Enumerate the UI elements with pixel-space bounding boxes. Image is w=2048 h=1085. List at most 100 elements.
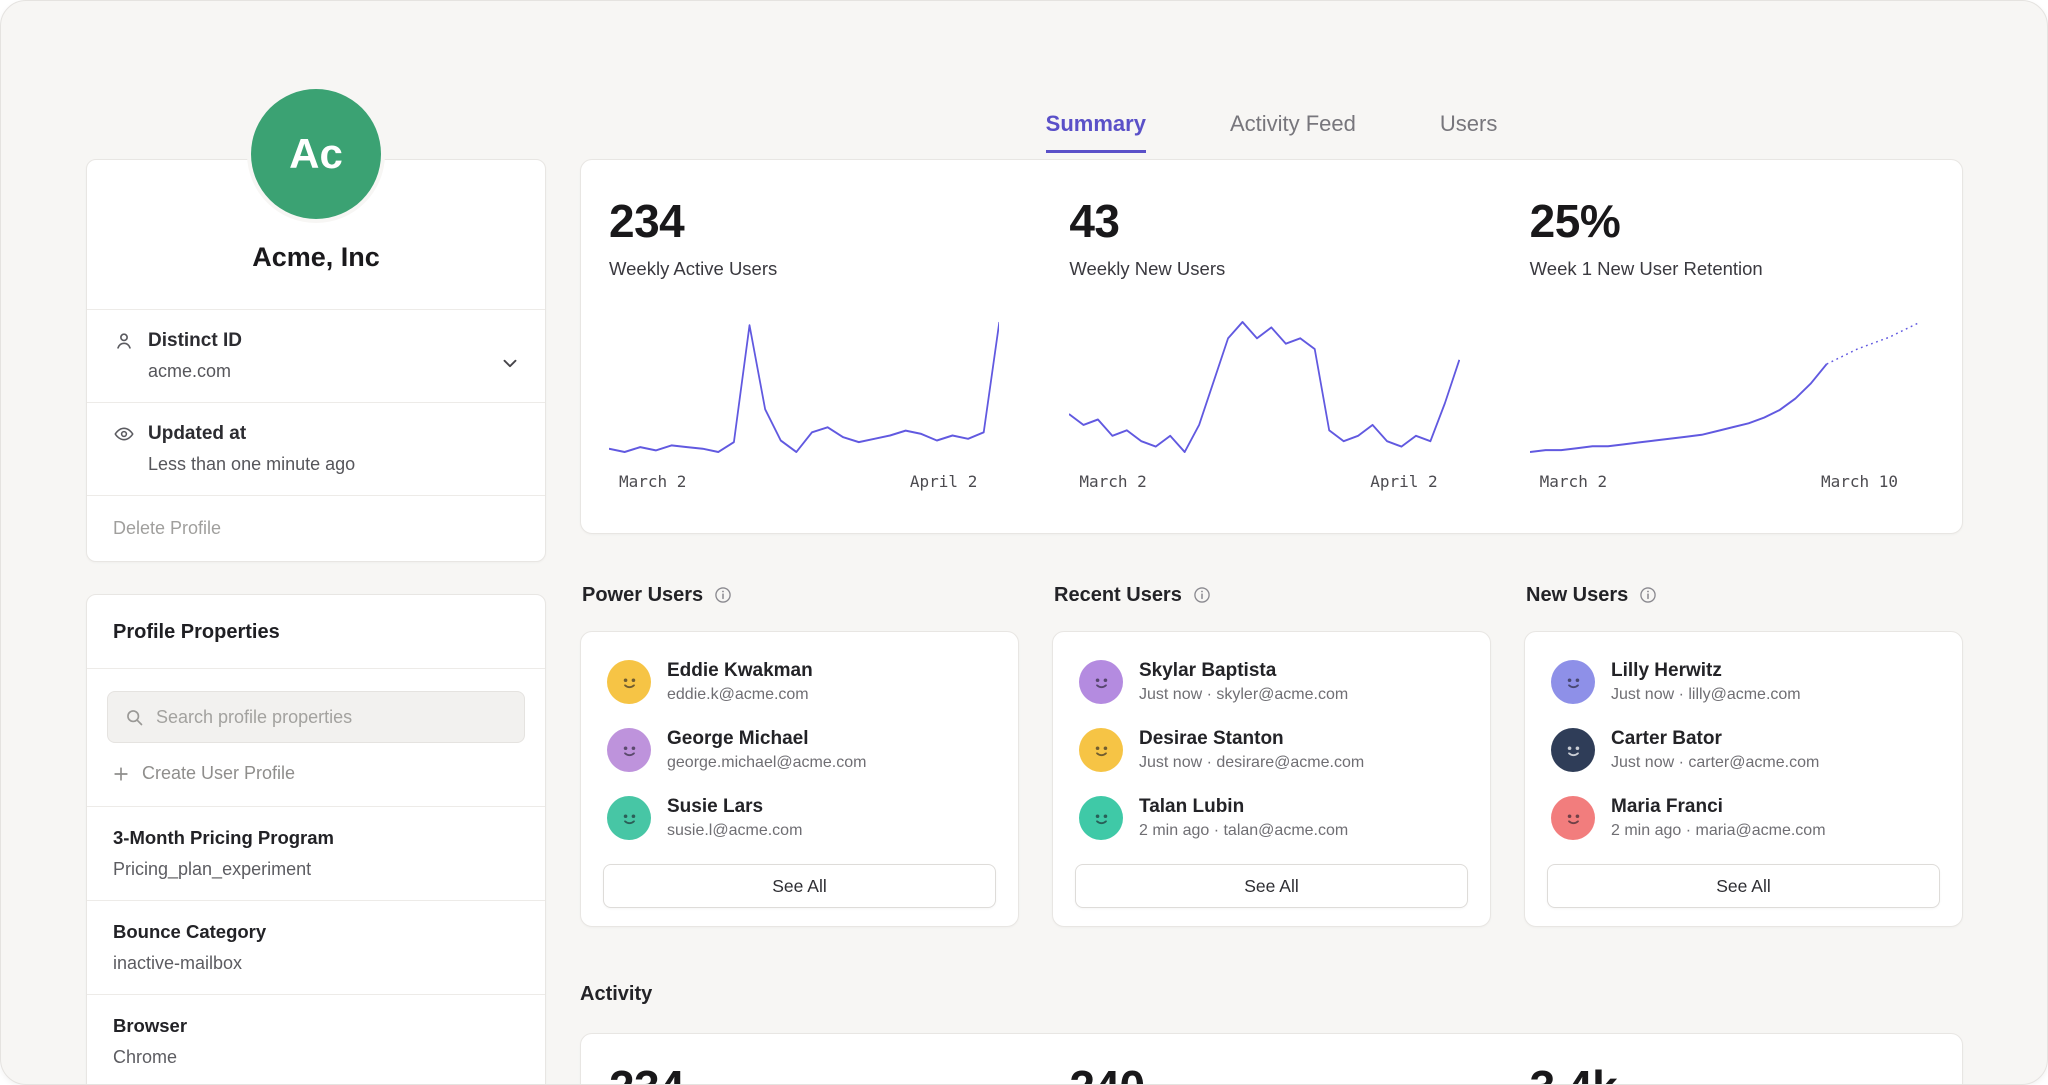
user-email: eddie.k@acme.com xyxy=(667,686,813,704)
user-name: George Michael xyxy=(667,728,866,750)
user-row[interactable]: Maria Franci 2 min ago · maria@acme.com xyxy=(1541,784,1946,852)
user-name: Talan Lubin xyxy=(1139,796,1348,818)
chart-x-axis: March 2 March 10 xyxy=(1530,472,1920,491)
user-name: Desirae Stanton xyxy=(1139,728,1364,750)
eye-icon xyxy=(113,423,135,445)
distinct-id-row[interactable]: Distinct ID acme.com xyxy=(87,309,545,402)
stat-weekly-new-users: 43 Weekly New Users March 2 April 2 xyxy=(1041,194,1501,533)
activity-title: Activity xyxy=(580,981,1963,1007)
user-meta: Just now · skyler@acme.com xyxy=(1139,686,1348,704)
property-row[interactable]: Browser Chrome xyxy=(87,994,545,1085)
person-icon xyxy=(113,330,135,352)
tab-bar: Summary Activity Feed Users xyxy=(580,111,1963,153)
stat-value: 234 xyxy=(609,194,999,248)
distinct-id-label: Distinct ID xyxy=(148,330,242,352)
x-tick: April 2 xyxy=(910,472,977,491)
profile-summary-card: Acme, Inc Distinct ID acme.com xyxy=(86,159,546,562)
user-name: Maria Franci xyxy=(1611,796,1826,818)
stat-weekly-active-users: 234 Weekly Active Users March 2 April 2 xyxy=(581,194,1041,533)
x-tick: March 2 xyxy=(1079,472,1146,491)
activity-card: 234 240 3.4k xyxy=(580,1033,1963,1085)
user-name: Susie Lars xyxy=(667,796,802,818)
profile-properties-search[interactable] xyxy=(107,691,525,743)
profile-page: Ac Acme, Inc Distinct ID acme.com xyxy=(0,0,2048,1085)
recent-users-section: Recent Users Skylar Baptista xyxy=(1052,583,1491,927)
stat-label: Weekly Active Users xyxy=(609,258,999,280)
property-row[interactable]: Bounce Category inactive-mailbox xyxy=(87,900,545,994)
info-icon[interactable] xyxy=(1192,585,1212,605)
updated-at-label: Updated at xyxy=(148,423,246,445)
user-row[interactable]: Talan Lubin 2 min ago · talan@acme.com xyxy=(1069,784,1474,852)
updated-at-value: Less than one minute ago xyxy=(148,454,519,475)
user-row[interactable]: Desirae Stanton Just now · desirare@acme… xyxy=(1069,716,1474,784)
info-icon[interactable] xyxy=(713,585,733,605)
user-meta: Just now · lilly@acme.com xyxy=(1611,686,1801,704)
user-name: Skylar Baptista xyxy=(1139,660,1348,682)
see-all-button[interactable]: See All xyxy=(1547,864,1940,908)
activity-stat: 3.4k xyxy=(1502,1060,1962,1085)
new-users-section: New Users Lilly Herwitz Just xyxy=(1524,583,1963,927)
x-tick: March 2 xyxy=(1540,472,1607,491)
stat-label: Week 1 New User Retention xyxy=(1530,258,1920,280)
avatar xyxy=(1551,660,1595,704)
chart-x-axis: March 2 April 2 xyxy=(1069,472,1459,491)
tab-users[interactable]: Users xyxy=(1440,111,1497,153)
week1-retention-chart xyxy=(1530,312,1920,462)
property-row[interactable]: 3-Month Pricing Program Pricing_plan_exp… xyxy=(87,806,545,900)
new-users-card: Lilly Herwitz Just now · lilly@acme.com … xyxy=(1524,631,1963,927)
create-user-profile-button[interactable]: Create User Profile xyxy=(87,743,545,806)
property-value: Chrome xyxy=(113,1047,519,1068)
user-email: george.michael@acme.com xyxy=(667,754,866,772)
weekly-active-users-chart xyxy=(609,312,999,462)
recent-users-header: Recent Users xyxy=(1054,583,1491,607)
power-users-card: Eddie Kwakman eddie.k@acme.com George Mi… xyxy=(580,631,1019,927)
x-tick: March 2 xyxy=(619,472,686,491)
user-row[interactable]: George Michael george.michael@acme.com xyxy=(597,716,1002,784)
see-all-button[interactable]: See All xyxy=(603,864,996,908)
stat-value: 25% xyxy=(1530,194,1920,248)
recent-users-card: Skylar Baptista Just now · skyler@acme.c… xyxy=(1052,631,1491,927)
property-value: inactive-mailbox xyxy=(113,953,519,974)
user-row[interactable]: Skylar Baptista Just now · skyler@acme.c… xyxy=(1069,648,1474,716)
avatar xyxy=(607,728,651,772)
profile-properties-title: Profile Properties xyxy=(87,595,545,669)
user-meta: 2 min ago · maria@acme.com xyxy=(1611,822,1826,840)
stat-value: 43 xyxy=(1069,194,1459,248)
main-content: Summary Activity Feed Users 234 Weekly A… xyxy=(580,1,1963,1085)
tab-summary[interactable]: Summary xyxy=(1046,111,1146,153)
user-meta: Just now · carter@acme.com xyxy=(1611,754,1819,772)
updated-at-row: Updated at Less than one minute ago xyxy=(87,402,545,495)
chart-x-axis: March 2 April 2 xyxy=(609,472,999,491)
user-lists-row: Power Users Eddie Kwakman ed xyxy=(580,583,1963,927)
user-row[interactable]: Lilly Herwitz Just now · lilly@acme.com xyxy=(1541,648,1946,716)
user-name: Carter Bator xyxy=(1611,728,1819,750)
property-label: Browser xyxy=(113,1015,519,1037)
user-row[interactable]: Carter Bator Just now · carter@acme.com xyxy=(1541,716,1946,784)
avatar xyxy=(607,796,651,840)
chevron-down-icon[interactable] xyxy=(499,352,521,379)
see-all-button[interactable]: See All xyxy=(1075,864,1468,908)
new-users-header: New Users xyxy=(1526,583,1963,607)
weekly-new-users-chart xyxy=(1069,312,1459,462)
user-name: Eddie Kwakman xyxy=(667,660,813,682)
user-row[interactable]: Eddie Kwakman eddie.k@acme.com xyxy=(597,648,1002,716)
x-tick: March 10 xyxy=(1821,472,1898,491)
activity-stat: 240 xyxy=(1041,1060,1501,1085)
info-icon[interactable] xyxy=(1638,585,1658,605)
x-tick: April 2 xyxy=(1370,472,1437,491)
power-users-header: Power Users xyxy=(582,583,1019,607)
user-name: Lilly Herwitz xyxy=(1611,660,1801,682)
stat-label: Weekly New Users xyxy=(1069,258,1459,280)
delete-profile-button[interactable]: Delete Profile xyxy=(87,495,545,561)
search-input[interactable] xyxy=(156,707,508,728)
power-users-section: Power Users Eddie Kwakman ed xyxy=(580,583,1019,927)
avatar xyxy=(1551,728,1595,772)
avatar xyxy=(1079,728,1123,772)
avatar xyxy=(607,660,651,704)
tab-activity-feed[interactable]: Activity Feed xyxy=(1230,111,1356,153)
plus-icon xyxy=(111,764,131,784)
user-meta: Just now · desirare@acme.com xyxy=(1139,754,1364,772)
avatar xyxy=(1079,796,1123,840)
user-row[interactable]: Susie Lars susie.l@acme.com xyxy=(597,784,1002,852)
distinct-id-value: acme.com xyxy=(148,361,519,382)
